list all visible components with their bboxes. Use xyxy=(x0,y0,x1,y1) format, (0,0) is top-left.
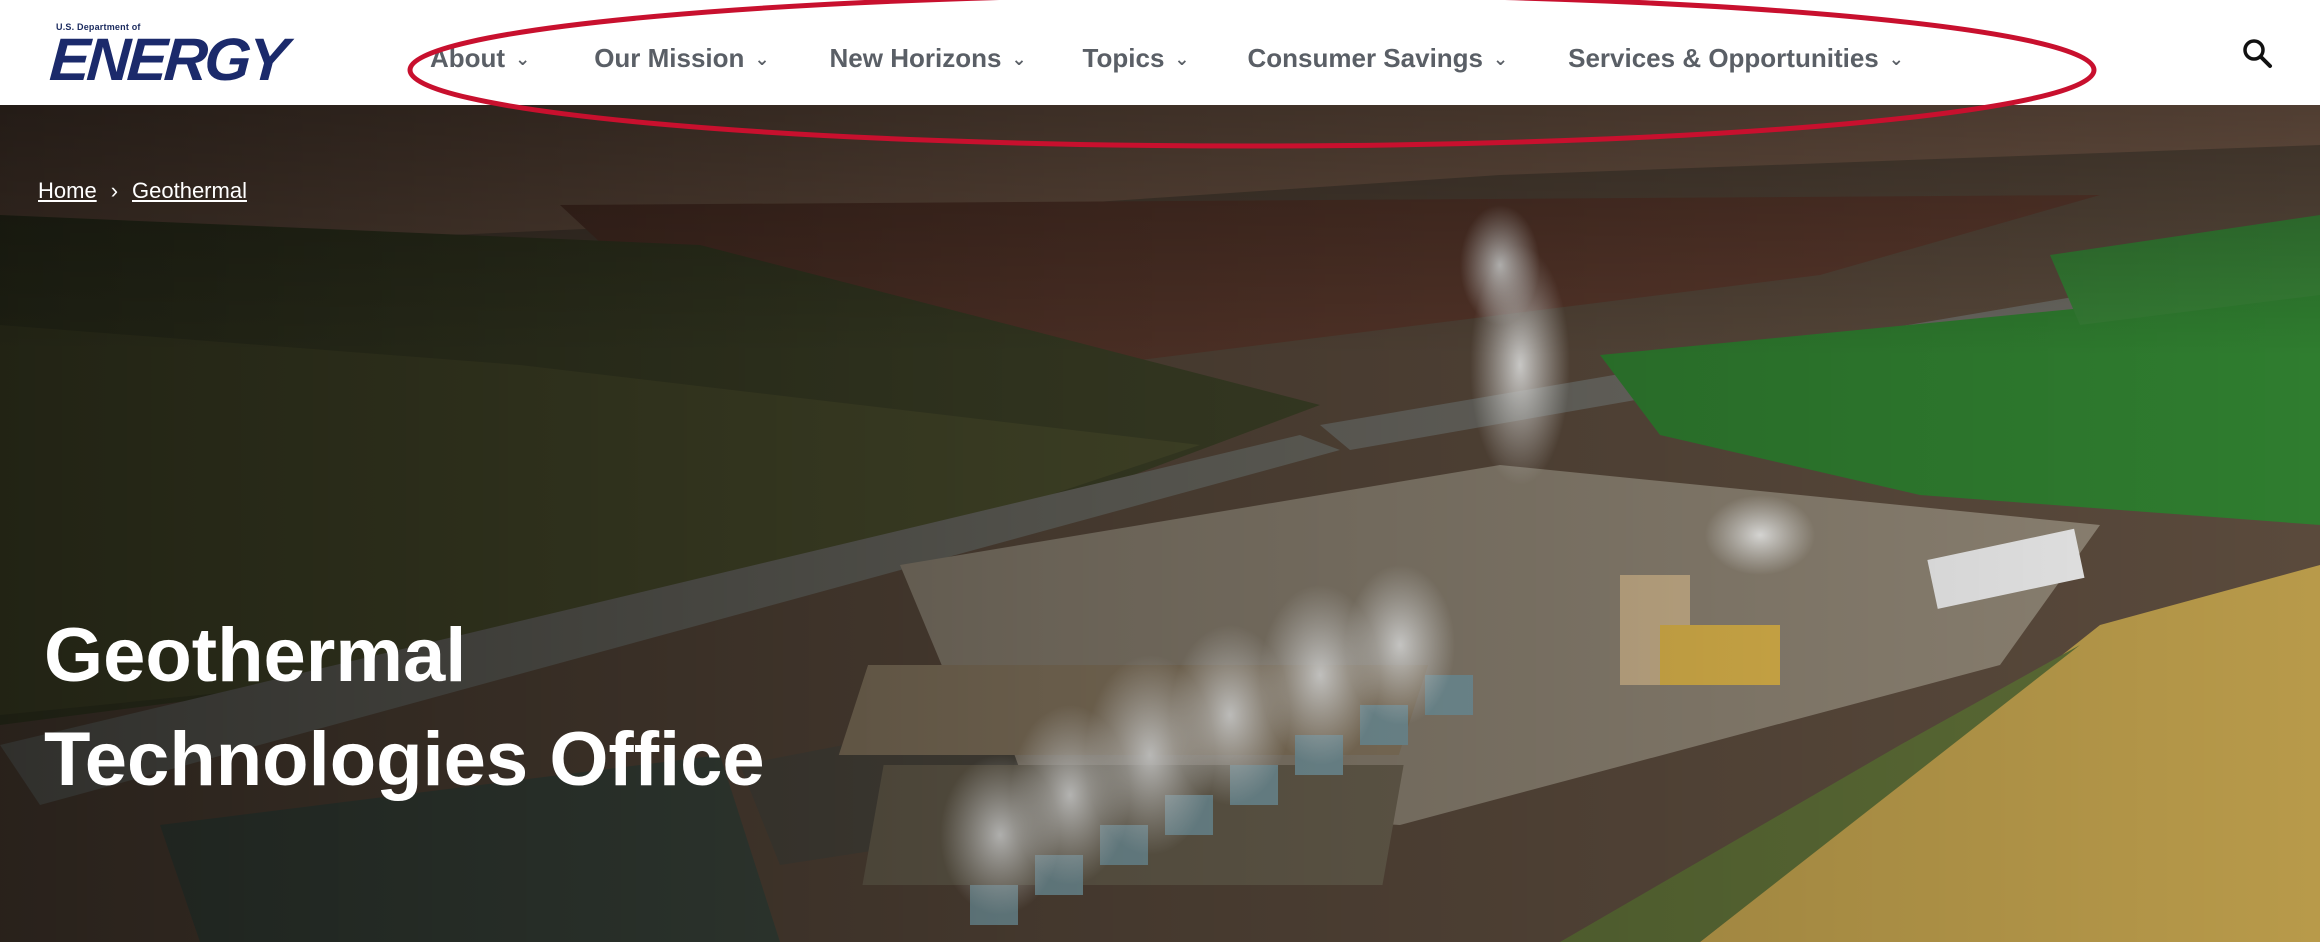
chevron-down-icon: ⌄ xyxy=(515,48,531,69)
geothermal-plant-aerial-image xyxy=(0,105,2320,942)
breadcrumb-separator: › xyxy=(110,178,119,203)
page-title-line2: Technologies Office xyxy=(44,717,765,802)
search-button[interactable] xyxy=(2240,36,2276,72)
page-title-line1: Geothermal xyxy=(44,613,467,698)
site-header: U.S. Department of ENERGY About ⌄ Our Mi… xyxy=(0,0,2320,105)
breadcrumb-home-link[interactable]: Home xyxy=(38,178,97,204)
nav-item-services-opportunities[interactable]: Services & Opportunities ⌄ xyxy=(1568,43,1904,74)
nav-item-label: About xyxy=(430,42,506,73)
page-title: Geothermal Technologies Office xyxy=(44,604,1144,812)
nav-item-label: Services & Opportunities xyxy=(1568,42,1879,73)
chevron-down-icon: ⌄ xyxy=(1888,48,1904,69)
nav-item-topics[interactable]: Topics ⌄ xyxy=(1083,43,1190,74)
energy-logo[interactable]: U.S. Department of ENERGY xyxy=(47,22,300,93)
nav-item-label: Consumer Savings xyxy=(1247,42,1484,73)
nav-item-label: Topics xyxy=(1082,42,1165,73)
search-icon xyxy=(2243,39,2272,68)
nav-item-consumer-savings[interactable]: Consumer Savings ⌄ xyxy=(1248,43,1509,74)
chevron-down-icon: ⌄ xyxy=(1174,48,1190,69)
chevron-down-icon: ⌄ xyxy=(1493,48,1509,69)
nav-item-our-mission[interactable]: Our Mission ⌄ xyxy=(594,43,769,74)
nav-item-new-horizons[interactable]: New Horizons ⌄ xyxy=(830,43,1027,74)
breadcrumb-current-link[interactable]: Geothermal xyxy=(132,178,247,204)
nav-item-label: New Horizons xyxy=(829,42,1002,73)
chevron-down-icon: ⌄ xyxy=(1011,48,1027,69)
nav-item-label: Our Mission xyxy=(594,42,745,73)
logo-wordmark: ENERGY xyxy=(47,26,288,93)
nav-item-about[interactable]: About ⌄ xyxy=(430,43,530,74)
hero-banner xyxy=(0,105,2320,942)
chevron-down-icon: ⌄ xyxy=(754,48,770,69)
breadcrumb: Home › Geothermal xyxy=(38,178,247,204)
main-navigation: About ⌄ Our Mission ⌄ New Horizons ⌄ Top… xyxy=(430,38,1904,78)
